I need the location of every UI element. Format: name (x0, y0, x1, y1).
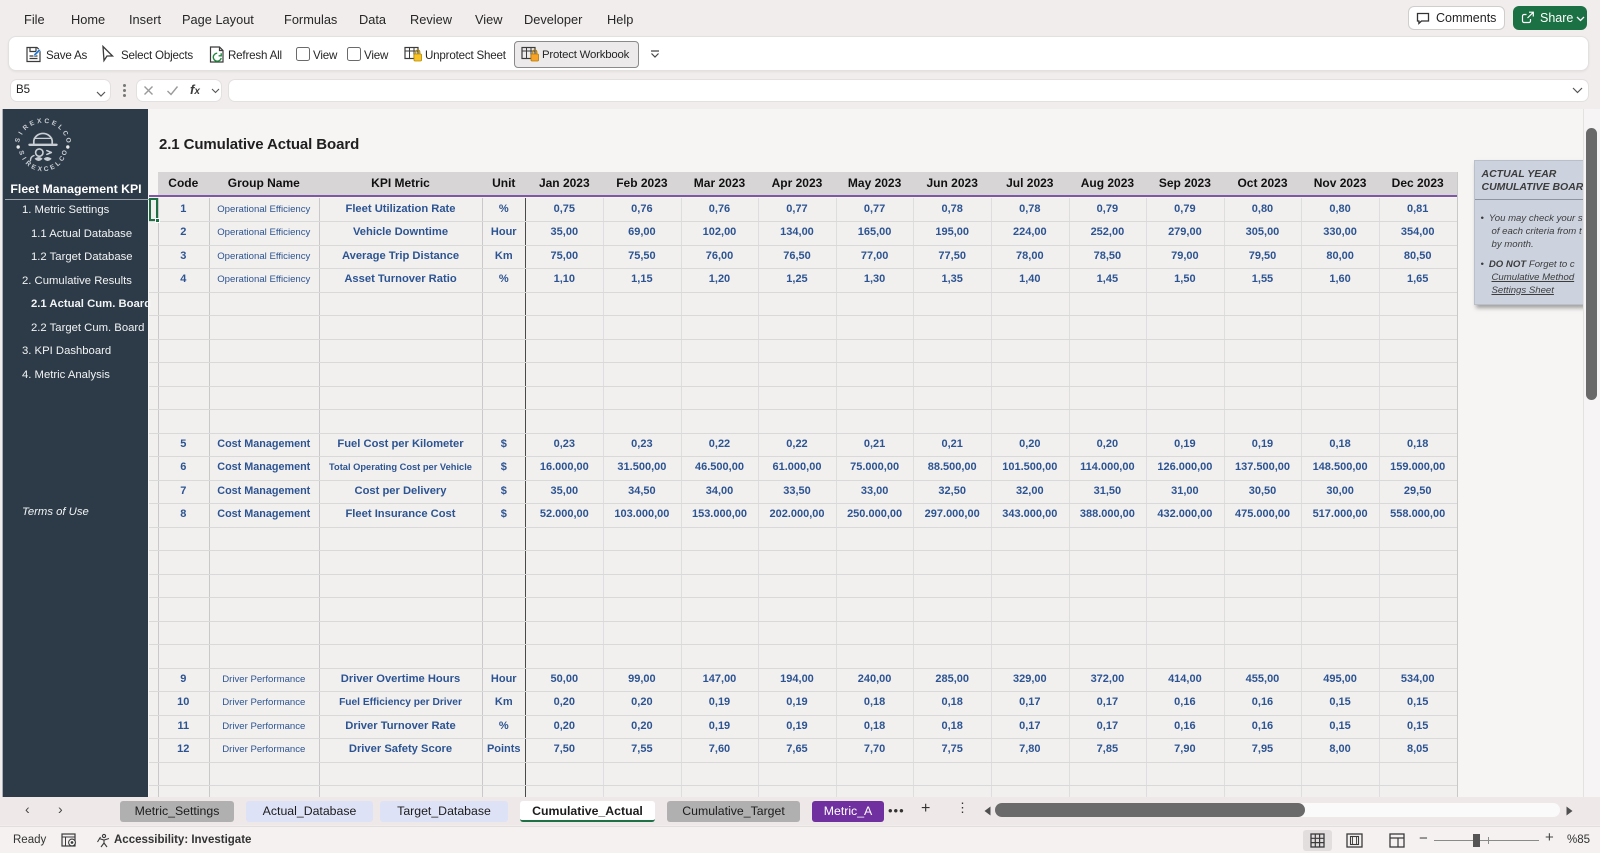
svg-text:X: X (37, 166, 43, 174)
svg-text:C: C (44, 118, 50, 126)
svg-text:C: C (61, 130, 70, 138)
svg-text:I: I (18, 131, 25, 136)
svg-text:O: O (64, 137, 72, 144)
svg-text:O: O (61, 150, 69, 157)
svg-text:C: C (43, 166, 49, 174)
svg-text:R: R (22, 123, 30, 132)
svg-text:S: S (14, 137, 22, 144)
svg-text:X: X (37, 118, 43, 126)
svg-text:E: E (29, 119, 36, 127)
svg-text:E: E (50, 120, 57, 128)
svg-text:L: L (56, 124, 64, 132)
svg-text:S: S (17, 150, 25, 157)
